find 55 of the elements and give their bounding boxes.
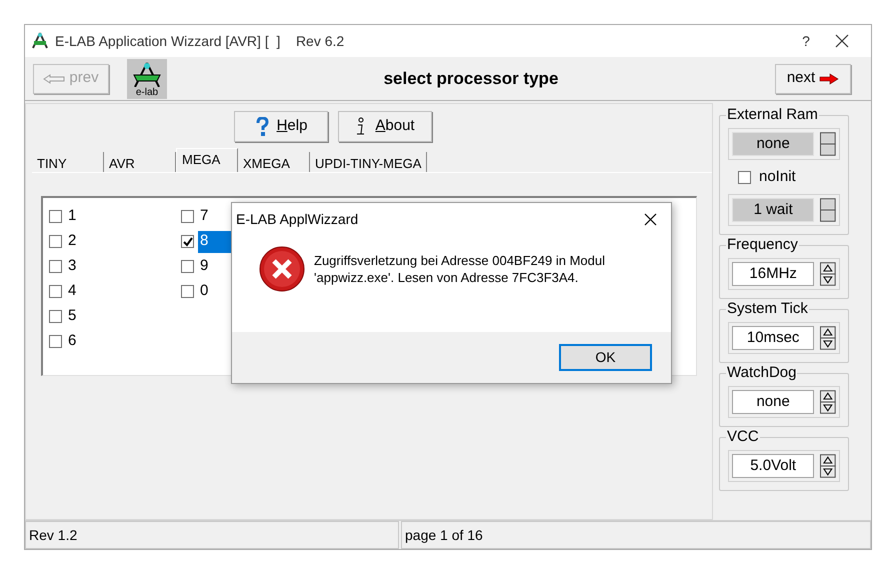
group-title: System Tick bbox=[726, 300, 809, 318]
processor-item[interactable]: 7 bbox=[198, 206, 210, 228]
tab[interactable]: UPDI-TINY-MEGA bbox=[310, 152, 428, 172]
group-title: WatchDog bbox=[726, 364, 798, 382]
checkbox[interactable] bbox=[181, 210, 194, 223]
tab[interactable]: MEGA bbox=[176, 148, 238, 172]
about-button[interactable]: About bbox=[338, 111, 432, 142]
checkbox[interactable] bbox=[49, 335, 62, 348]
checkbox-label: noInit bbox=[759, 166, 796, 187]
checkbox[interactable] bbox=[49, 210, 62, 223]
value-field[interactable]: 5.0Volt bbox=[732, 454, 814, 478]
value-field[interactable]: none bbox=[732, 390, 814, 414]
error-icon bbox=[258, 245, 306, 293]
processor-item[interactable]: 0 bbox=[198, 280, 210, 302]
close-icon[interactable] bbox=[644, 212, 657, 226]
question-mark-icon bbox=[254, 116, 269, 136]
spin-arrows-icon[interactable] bbox=[820, 262, 836, 286]
close-icon[interactable] bbox=[835, 34, 849, 48]
checkbox[interactable] bbox=[181, 260, 194, 273]
checkbox[interactable] bbox=[49, 285, 62, 298]
status-panel: Rev 1.2 bbox=[25, 521, 399, 549]
spin-arrows-icon[interactable] bbox=[820, 326, 836, 350]
processor-item[interactable]: 5 bbox=[66, 306, 78, 328]
group-title: Frequency bbox=[726, 236, 799, 254]
help-button[interactable]: Help bbox=[234, 111, 328, 142]
right-arrow-icon bbox=[819, 72, 840, 84]
status-panel: page 1 of 16 bbox=[401, 521, 871, 549]
left-arrow-icon bbox=[43, 74, 66, 84]
elab-logo: e-lab bbox=[127, 58, 167, 98]
processor-item[interactable]: 2 bbox=[66, 230, 78, 252]
spin-arrows-icon[interactable] bbox=[820, 390, 836, 414]
checkbox[interactable] bbox=[181, 235, 194, 248]
dialog-title: E-LAB ApplWizzard bbox=[236, 210, 360, 229]
tab[interactable]: XMEGA bbox=[238, 152, 310, 172]
checkbox[interactable] bbox=[49, 260, 62, 273]
spin-arrows-icon[interactable] bbox=[820, 454, 836, 478]
tab[interactable]: TINY bbox=[32, 152, 104, 172]
processor-item[interactable]: 6 bbox=[66, 330, 78, 352]
processor-item[interactable]: 9 bbox=[198, 256, 210, 278]
next-button[interactable]: next bbox=[775, 64, 851, 94]
checkbox[interactable] bbox=[49, 235, 62, 248]
value-field[interactable]: 10msec bbox=[732, 326, 814, 350]
window-title: E-LAB Application Wizzard [AVR] [ ] Rev 6.2 bbox=[55, 32, 346, 51]
processor-item[interactable]: 4 bbox=[66, 280, 78, 302]
app-logo-icon bbox=[31, 32, 49, 50]
page-heading: select processor type bbox=[382, 68, 560, 90]
processor-item[interactable]: 1 bbox=[66, 206, 78, 228]
help-title-button[interactable]: ? bbox=[783, 30, 829, 52]
checkbox[interactable] bbox=[181, 285, 194, 298]
checkbox[interactable] bbox=[49, 310, 62, 323]
checkbox[interactable] bbox=[738, 170, 751, 184]
value-field[interactable]: 16MHz bbox=[732, 262, 814, 286]
ok-button[interactable]: OK bbox=[559, 344, 652, 371]
processor-item[interactable]: 3 bbox=[66, 256, 78, 278]
error-message: Zugriffsverletzung bei Adresse 004BF249 in Modul 'appwizz.exe'. Lesen von Adresse 7FC3F3A4. bbox=[314, 252, 606, 286]
